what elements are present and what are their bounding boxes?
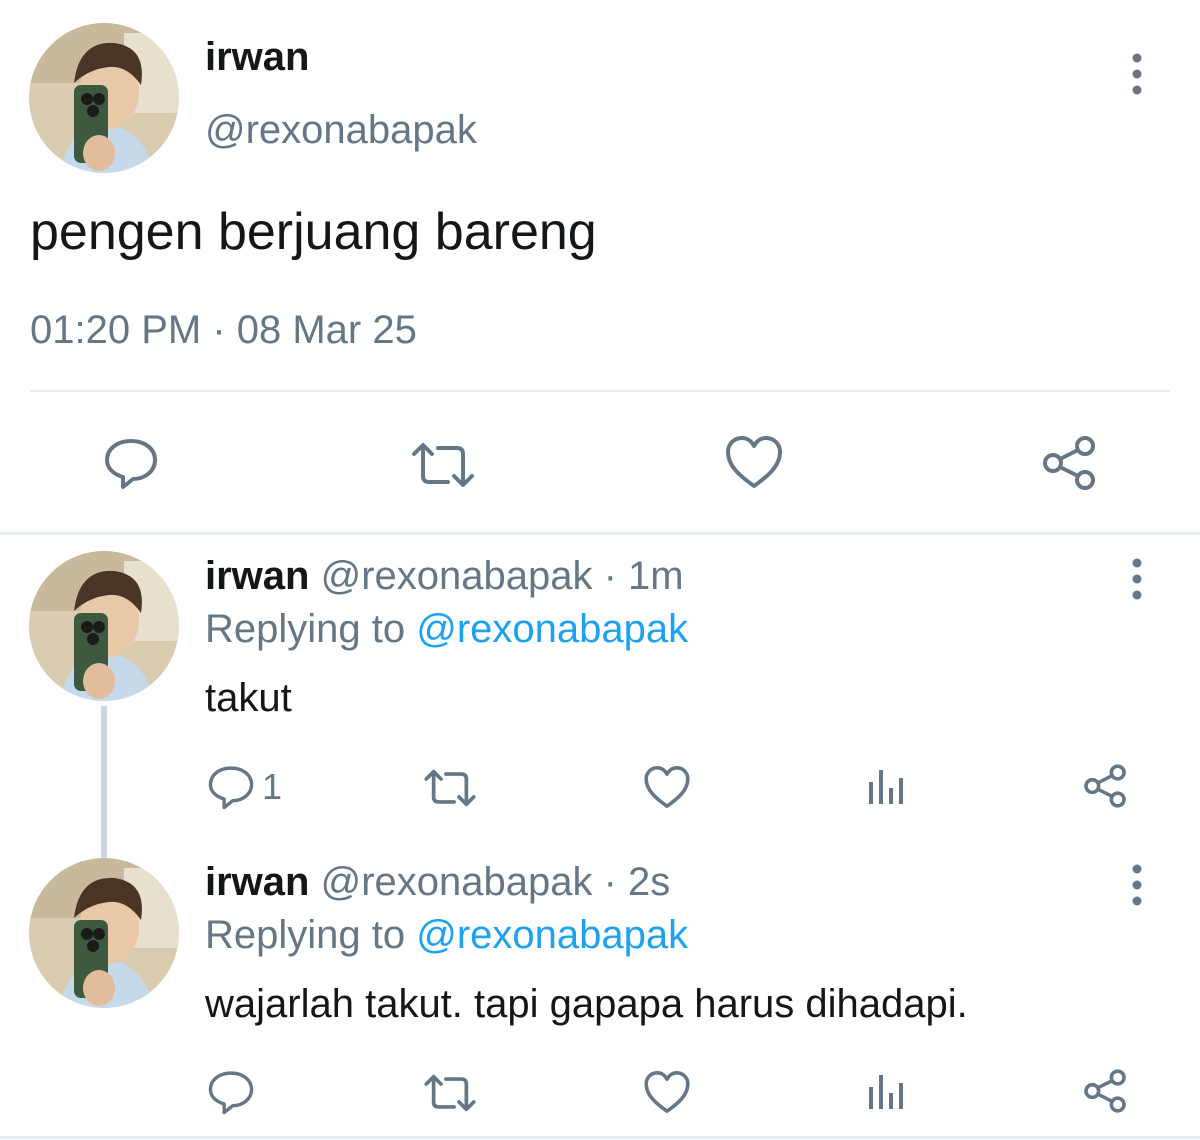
section-divider [0,532,1200,535]
bottom-divider [0,1136,1200,1139]
like-icon[interactable] [724,434,784,490]
tweet-text: pengen berjuang bareng [30,203,597,261]
replying-to-handle[interactable]: @rexonabapak [416,913,688,957]
like-icon[interactable] [643,1069,691,1115]
reply-icon[interactable] [207,1068,255,1116]
thread-line [101,706,107,858]
reply-count: 1 [262,766,283,807]
analytics-icon[interactable] [866,1071,908,1111]
replying-to-label: Replying to [205,913,406,957]
handle-and-time[interactable]: @rexonabapak · 2s [321,860,671,904]
more-options-icon[interactable] [1125,52,1149,96]
analytics-icon[interactable] [866,766,908,806]
divider [30,390,1170,392]
avatar[interactable] [29,551,179,701]
replying-to-label: Replying to [205,607,406,651]
reply-icon[interactable] [207,763,255,811]
more-options-icon[interactable] [1125,863,1149,907]
share-icon[interactable] [1082,1068,1128,1114]
avatar[interactable] [29,858,179,1008]
replying-to-handle[interactable]: @rexonabapak [416,607,688,651]
like-icon[interactable] [643,764,691,810]
retweet-icon[interactable] [410,440,476,490]
handle[interactable]: @rexonabapak [205,108,477,153]
display-name[interactable]: irwan [205,860,309,904]
timestamp: 01:20 PM · 08 Mar 25 [30,308,417,352]
reply-icon[interactable] [103,435,159,491]
reply-text: wajarlah takut. tapi gapapa harus dihada… [205,982,968,1026]
reply-text: takut [205,676,292,720]
avatar[interactable] [29,23,179,173]
display-name[interactable]: irwan [205,554,309,598]
share-icon[interactable] [1040,434,1098,492]
retweet-icon[interactable] [423,1072,477,1114]
handle-and-time[interactable]: @rexonabapak · 1m [321,554,684,598]
retweet-icon[interactable] [423,767,477,809]
display-name[interactable]: irwan [205,35,309,80]
more-options-icon[interactable] [1125,557,1149,601]
share-icon[interactable] [1082,763,1128,809]
